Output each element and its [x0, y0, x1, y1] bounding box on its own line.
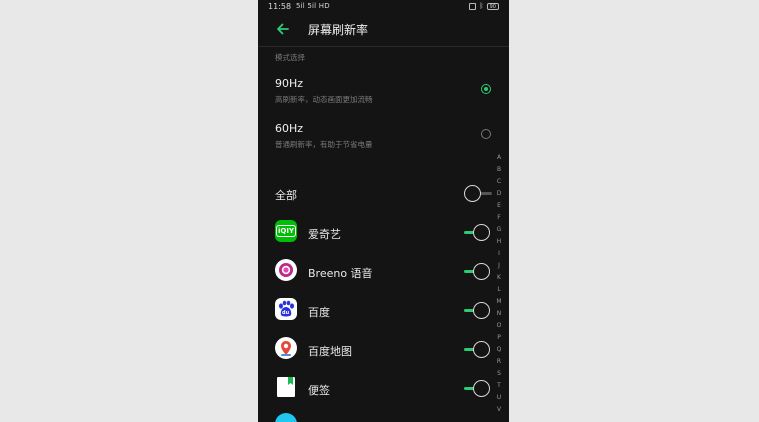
- app-name: 便签: [308, 384, 330, 397]
- partial-app-icon: [275, 413, 297, 422]
- baidu-map-app-icon: [275, 337, 297, 359]
- switch-knob: [473, 263, 490, 280]
- header-divider: [258, 46, 509, 47]
- radio-90hz[interactable]: [481, 84, 491, 94]
- radio-60hz[interactable]: [481, 129, 491, 139]
- alphabet-index-letter[interactable]: Q: [494, 344, 504, 356]
- app-toggle-iqiyi[interactable]: [464, 224, 492, 241]
- switch-knob: [464, 185, 481, 202]
- alphabet-index-letter[interactable]: L: [494, 284, 504, 296]
- page-title: 屏幕刷新率: [308, 23, 369, 37]
- app-row-partial: [258, 411, 509, 422]
- switch-knob: [473, 380, 490, 397]
- toggle-all-label: 全部: [275, 189, 297, 202]
- alphabet-index-letter[interactable]: V: [494, 404, 504, 416]
- toggle-row-all: 全部: [258, 179, 509, 209]
- alphabet-index-letter[interactable]: T: [494, 380, 504, 392]
- alphabet-index-letter[interactable]: F: [494, 212, 504, 224]
- alphabet-index-letter[interactable]: P: [494, 332, 504, 344]
- alphabet-index-letter[interactable]: S: [494, 368, 504, 380]
- app-name: 百度地图: [308, 345, 352, 358]
- app-toggle-breeno[interactable]: [464, 263, 492, 280]
- switch-knob: [473, 224, 490, 241]
- baidu-logo-text: du: [282, 310, 290, 316]
- app-name: 爱奇艺: [308, 228, 341, 241]
- back-button[interactable]: [274, 20, 292, 38]
- alphabet-index-letter[interactable]: N: [494, 308, 504, 320]
- mode-option-subtitle: 高刷新率，动态画面更加流畅: [275, 95, 373, 104]
- notes-paper-icon: [277, 377, 295, 397]
- alphabet-index-letter[interactable]: U: [494, 392, 504, 404]
- alphabet-index-letter[interactable]: M: [494, 296, 504, 308]
- app-toggle-baidu-map[interactable]: [464, 341, 492, 358]
- app-row-baidu: du 百度: [258, 296, 509, 326]
- map-pin-icon: [276, 338, 296, 358]
- alphabet-index-letter[interactable]: G: [494, 224, 504, 236]
- iqiyi-app-icon: iQIY: [275, 220, 297, 242]
- alphabet-index-letter[interactable]: B: [494, 164, 504, 176]
- mode-option-60hz[interactable]: 60Hz 普通刷新率，有助于节省电量: [258, 122, 509, 162]
- alphabet-index-letter[interactable]: O: [494, 320, 504, 332]
- status-icons: ᛒ 90: [469, 2, 499, 10]
- alphabet-index-letter[interactable]: E: [494, 200, 504, 212]
- app-toggle-notes[interactable]: [464, 380, 492, 397]
- app-name: Breeno 语音: [308, 267, 373, 280]
- battery-icon: 90: [486, 2, 499, 10]
- app-row-notes: 便签: [258, 374, 509, 404]
- baidu-paw-icon: [279, 300, 294, 317]
- notes-app-icon: [275, 376, 297, 398]
- app-row-iqiyi: iQIY 爱奇艺: [258, 218, 509, 248]
- alphabet-index-letter[interactable]: I: [494, 248, 504, 260]
- switch-knob: [473, 302, 490, 319]
- app-name: 百度: [308, 306, 330, 319]
- network-indicator: 5il 5il HD: [296, 2, 330, 10]
- status-bar: 11:58 5il 5il HD ᛒ 90: [258, 0, 509, 13]
- alphabet-index[interactable]: ABCDEFGHIJKLMNOPQRSTUV: [494, 152, 504, 416]
- mode-option-90hz[interactable]: 90Hz 高刷新率，动态画面更加流畅: [258, 77, 509, 117]
- mode-section-label: 模式选择: [275, 53, 305, 62]
- nfc-icon: [469, 2, 477, 10]
- app-row-breeno: Breeno 语音: [258, 257, 509, 287]
- phone-screen: 11:58 5il 5il HD ᛒ 90 屏幕刷新率 模式选择 90Hz 高刷…: [258, 0, 509, 422]
- alphabet-index-letter[interactable]: H: [494, 236, 504, 248]
- iqiyi-logo-text: iQIY: [275, 225, 297, 237]
- back-arrow-icon: [277, 23, 289, 35]
- toggle-all-switch[interactable]: [464, 185, 492, 202]
- app-toggle-baidu[interactable]: [464, 302, 492, 319]
- mode-option-title: 90Hz: [275, 77, 304, 90]
- mode-option-subtitle: 普通刷新率，有助于节省电量: [275, 140, 373, 149]
- app-row-baidu-map: 百度地图: [258, 335, 509, 365]
- alphabet-index-letter[interactable]: J: [494, 260, 504, 272]
- app-header: 屏幕刷新率: [258, 14, 509, 46]
- breeno-app-icon: [275, 259, 297, 281]
- alphabet-index-letter[interactable]: C: [494, 176, 504, 188]
- mode-option-title: 60Hz: [275, 122, 304, 135]
- status-time: 11:58: [268, 2, 292, 11]
- alphabet-index-letter[interactable]: K: [494, 272, 504, 284]
- baidu-app-icon: du: [275, 298, 297, 320]
- alphabet-index-letter[interactable]: A: [494, 152, 504, 164]
- alphabet-index-letter[interactable]: D: [494, 188, 504, 200]
- switch-knob: [473, 341, 490, 358]
- bluetooth-icon: ᛒ: [479, 2, 484, 10]
- alphabet-index-letter[interactable]: R: [494, 356, 504, 368]
- breeno-logo-icon: [276, 260, 296, 280]
